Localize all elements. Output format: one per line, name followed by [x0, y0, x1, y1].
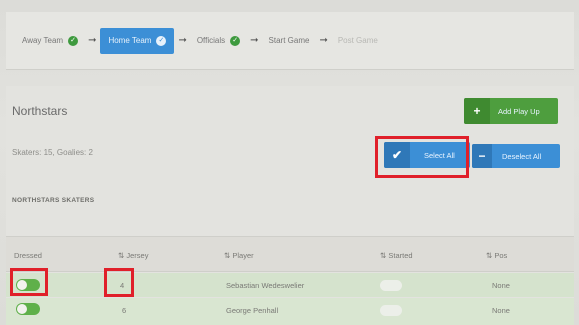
minus-icon: − — [472, 144, 492, 168]
column-dressed[interactable]: Dressed — [14, 251, 42, 260]
deselect-all-button[interactable]: − Deselect All — [472, 144, 560, 168]
column-jersey[interactable]: ⇅ Jersey — [118, 251, 148, 260]
player-name: Sebastian Wedeswelier — [226, 281, 305, 290]
column-player[interactable]: ⇅ Player — [224, 251, 254, 260]
button-label: Select All — [424, 150, 455, 160]
step-away-team[interactable]: Away Team ✓ — [16, 28, 84, 54]
check-icon: ✓ — [156, 35, 167, 46]
panel-title: Northstars — [12, 104, 68, 118]
step-label: Start Game — [268, 36, 310, 45]
column-started[interactable]: ⇅ Started — [380, 251, 413, 260]
table-header: Dressed ⇅ Jersey ⇅ Player ⇅ Started ⇅ Po… — [6, 236, 574, 272]
column-label: Pos — [494, 251, 508, 260]
arrow-right-icon: ➞ — [178, 35, 187, 46]
checkmark-icon: ✔ — [384, 142, 410, 168]
wizard-steps: Away Team ✓ ➞ Home Team ✓ ➞ Officials ✓ … — [6, 12, 574, 70]
plus-icon: + — [464, 98, 490, 124]
started-toggle[interactable] — [380, 280, 402, 291]
jersey-number[interactable]: 6 — [122, 306, 126, 315]
check-icon: ✓ — [230, 35, 241, 46]
arrow-right-icon: ➞ — [250, 35, 259, 46]
column-label: Started — [388, 251, 413, 260]
skaters-heading: NORTHSTARS SKATERS — [12, 197, 95, 204]
dressed-toggle[interactable] — [16, 303, 40, 315]
step-label: Away Team — [22, 36, 64, 45]
step-label: Home Team — [108, 36, 152, 45]
screen: Away Team ✓ ➞ Home Team ✓ ➞ Officials ✓ … — [0, 0, 579, 325]
column-label: Jersey — [126, 251, 149, 260]
step-start-game[interactable]: Start Game — [263, 28, 316, 54]
column-pos[interactable]: ⇅ Pos — [486, 251, 507, 260]
position-select[interactable]: None — [492, 281, 510, 290]
dressed-toggle[interactable] — [16, 279, 40, 291]
team-panel: Northstars Skaters: 15, Goalies: 2 NORTH… — [6, 86, 574, 325]
roster-counts: Skaters: 15, Goalies: 2 — [12, 148, 93, 157]
arrow-right-icon: ➞ — [88, 35, 97, 46]
started-toggle[interactable] — [380, 305, 402, 316]
add-play-up-button[interactable]: + Add Play Up — [464, 98, 558, 124]
jersey-number[interactable]: 4 — [120, 281, 124, 290]
column-label: Player — [232, 251, 254, 260]
button-label: Add Play Up — [498, 106, 540, 116]
step-post-game: Post Game — [332, 28, 384, 54]
arrow-right-icon: ➞ — [319, 35, 328, 46]
player-name: George Penhall — [226, 306, 279, 315]
position-select[interactable]: None — [492, 306, 510, 315]
button-label: Deselect All — [502, 151, 542, 161]
table-row: 6 George Penhall None — [6, 298, 574, 325]
table-row: 4 Sebastian Wedeswelier None — [6, 273, 574, 297]
step-label: Post Game — [337, 36, 378, 45]
step-officials[interactable]: Officials ✓ — [191, 28, 246, 54]
step-label: Officials — [196, 36, 226, 45]
check-icon: ✓ — [68, 35, 79, 46]
select-all-button[interactable]: ✔ Select All — [384, 142, 470, 168]
step-home-team[interactable]: Home Team ✓ — [100, 27, 175, 54]
